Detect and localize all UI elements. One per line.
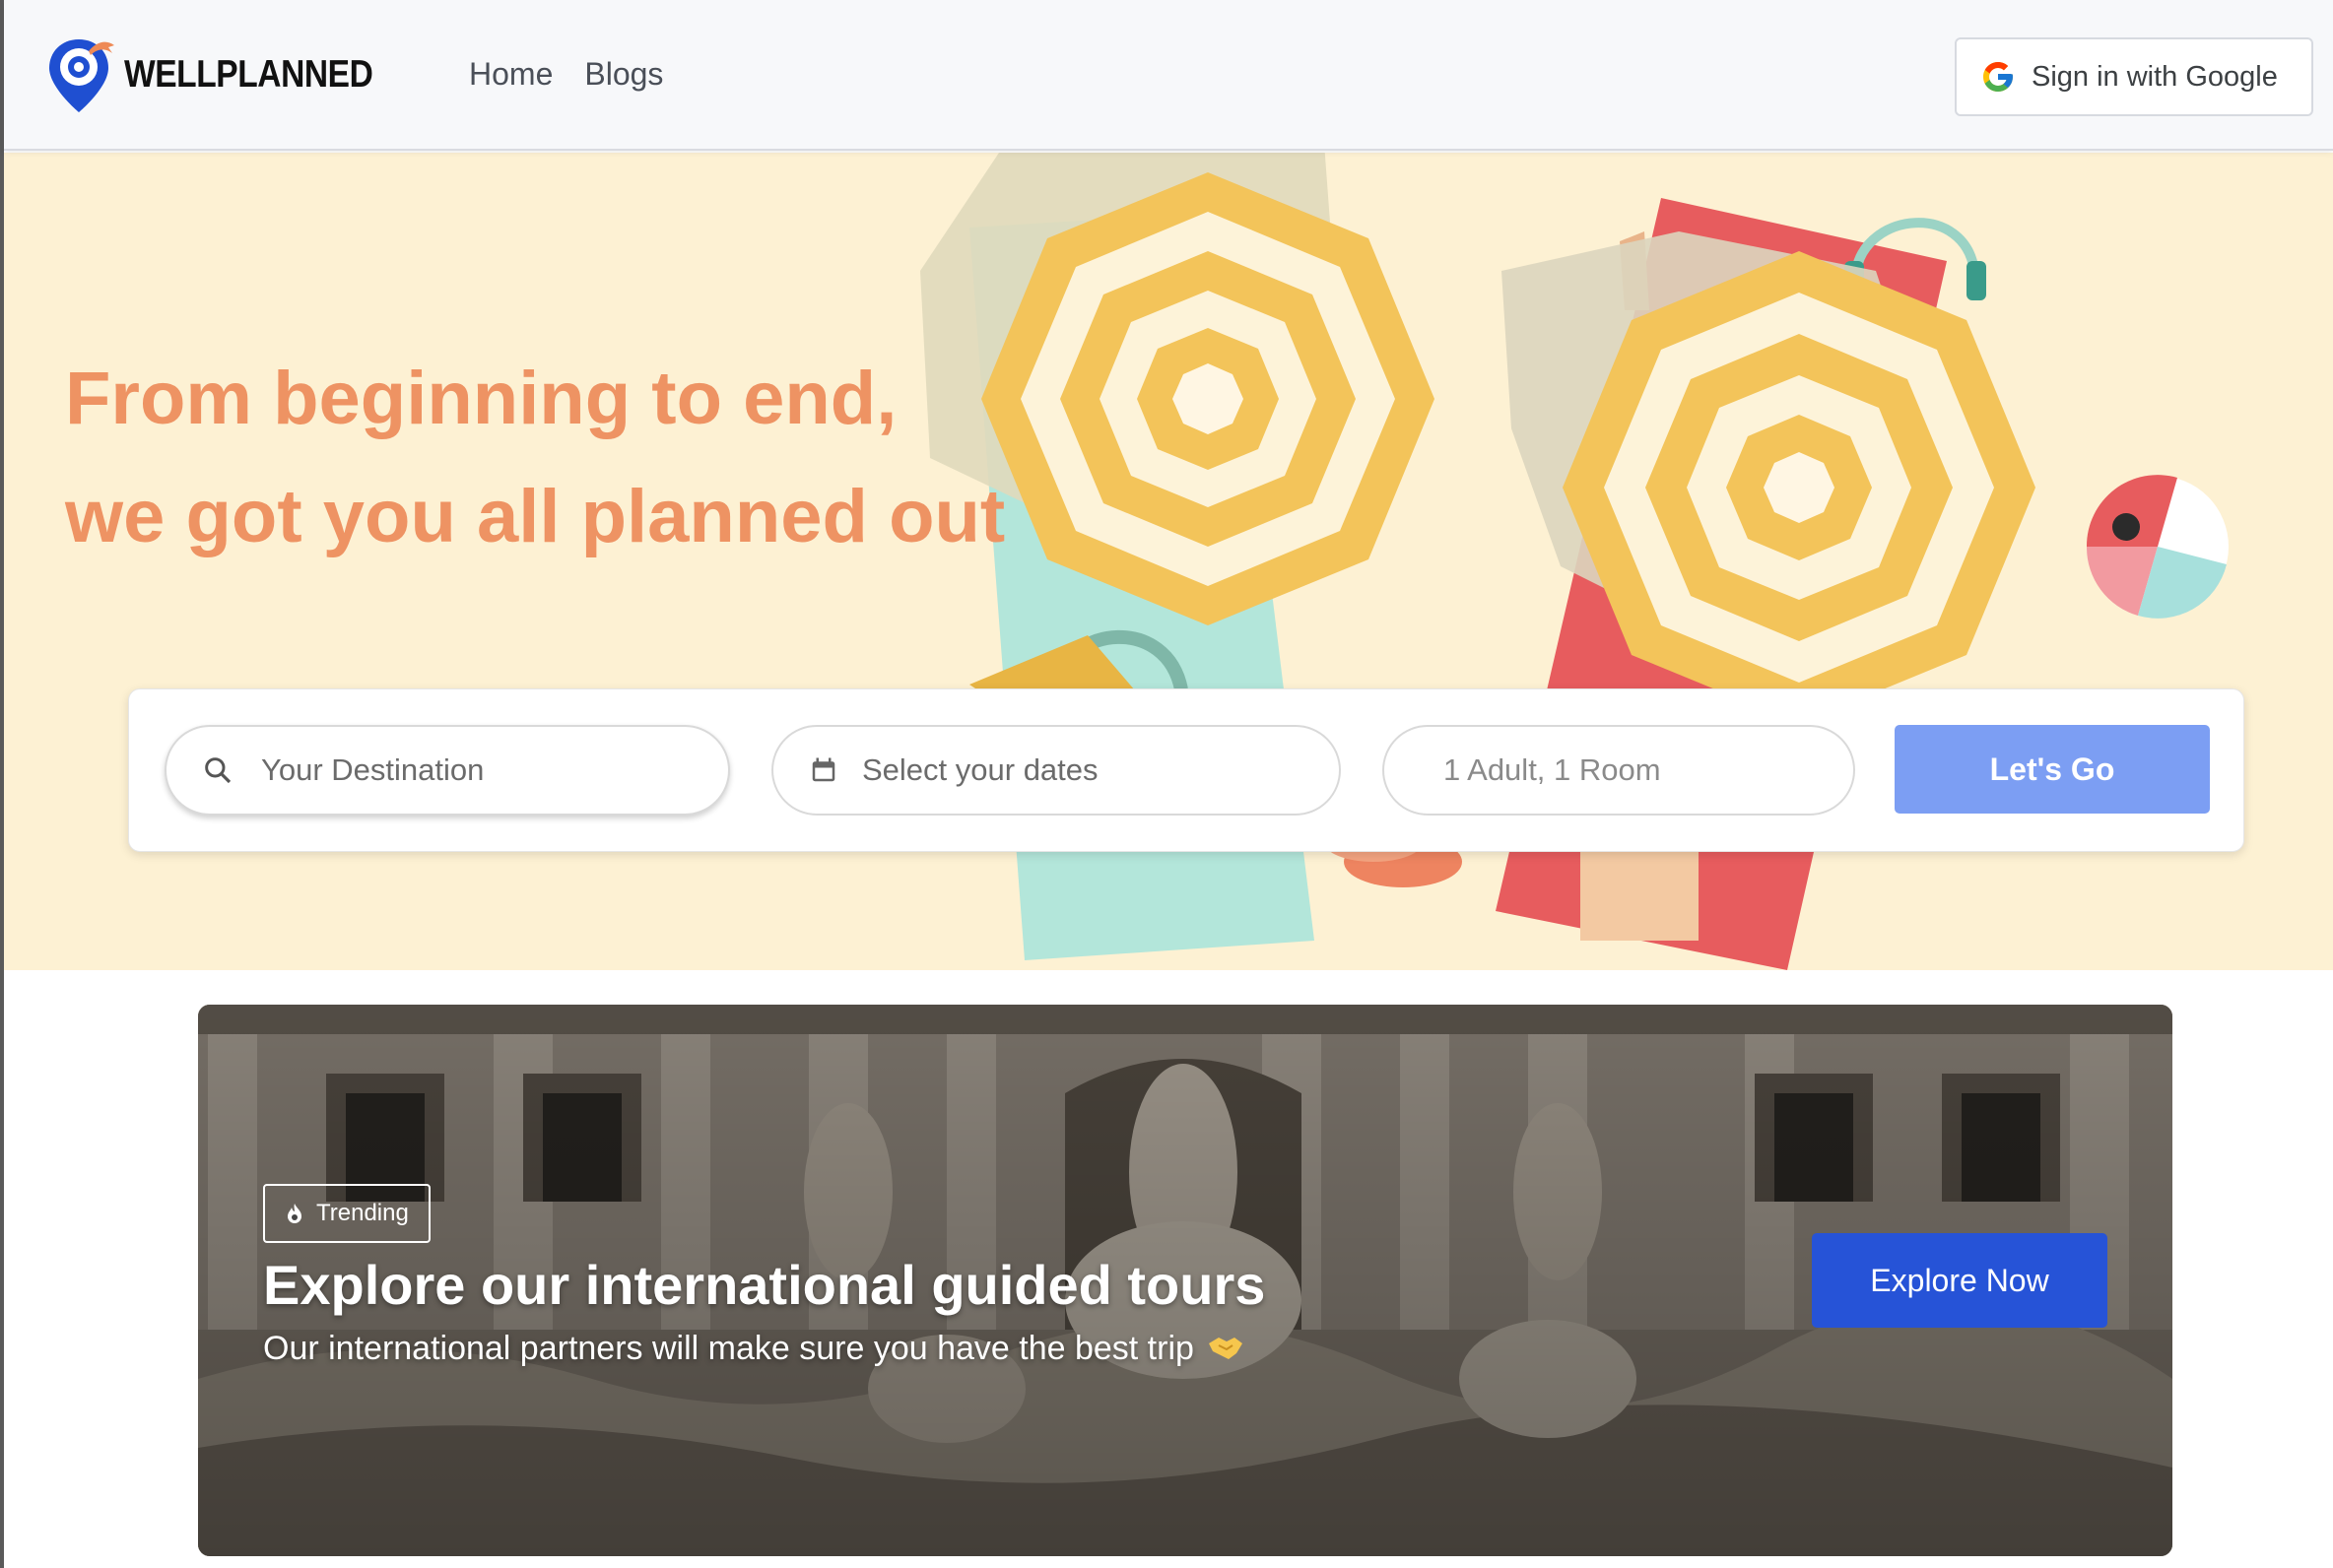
brand-logo[interactable]: WELLPLANNED bbox=[45, 33, 413, 116]
banner-subtitle: Our international partners will make sur… bbox=[263, 1330, 1244, 1368]
site-header: WELLPLANNED Home Blogs Sign in with Goog… bbox=[4, 0, 2333, 151]
lets-go-button[interactable]: Let's Go bbox=[1895, 725, 2210, 814]
nav-home-link[interactable]: Home bbox=[469, 56, 553, 93]
destination-field[interactable]: Your Destination bbox=[165, 725, 730, 816]
calendar-icon bbox=[812, 757, 835, 782]
flame-icon bbox=[288, 1204, 301, 1223]
trending-badge-label: Trending bbox=[316, 1200, 409, 1226]
search-icon bbox=[205, 757, 232, 784]
brand-name: WELLPLANNED bbox=[124, 53, 373, 96]
main-nav: Home Blogs bbox=[469, 56, 663, 93]
google-icon bbox=[1983, 62, 2013, 92]
google-signin-button[interactable]: Sign in with Google bbox=[1955, 37, 2313, 116]
banner-title: Explore our international guided tours bbox=[263, 1254, 1266, 1316]
trending-badge: Trending bbox=[263, 1184, 431, 1243]
map-pin-icon bbox=[49, 39, 114, 112]
nav-blogs-link[interactable]: Blogs bbox=[584, 56, 663, 93]
browser-viewport: WELLPLANNED Home Blogs Sign in with Goog… bbox=[0, 0, 2333, 1568]
search-form: Your Destination Select your dates 1 Adu… bbox=[128, 688, 2244, 852]
hero-headline-line-2: we got you all planned out bbox=[65, 475, 1006, 558]
banner-subtitle-text: Our international partners will make sur… bbox=[263, 1330, 1194, 1367]
hero-headline-line-1: From beginning to end, bbox=[65, 357, 898, 440]
guests-field[interactable]: 1 Adult, 1 Room bbox=[1382, 725, 1855, 816]
trending-banner: Trending Explore our international guide… bbox=[198, 1005, 2172, 1556]
dates-placeholder: Select your dates bbox=[862, 752, 1099, 787]
hero-section: From beginning to end, we got you all pl… bbox=[4, 153, 2333, 970]
hero-headline: From beginning to end, we got you all pl… bbox=[65, 340, 1005, 576]
explore-now-button[interactable]: Explore Now bbox=[1812, 1233, 2107, 1328]
destination-placeholder: Your Destination bbox=[261, 752, 485, 787]
google-signin-label: Sign in with Google bbox=[2032, 60, 2278, 93]
guests-value: 1 Adult, 1 Room bbox=[1443, 752, 1661, 787]
handshake-icon bbox=[1209, 1338, 1243, 1359]
dates-field[interactable]: Select your dates bbox=[771, 725, 1341, 816]
